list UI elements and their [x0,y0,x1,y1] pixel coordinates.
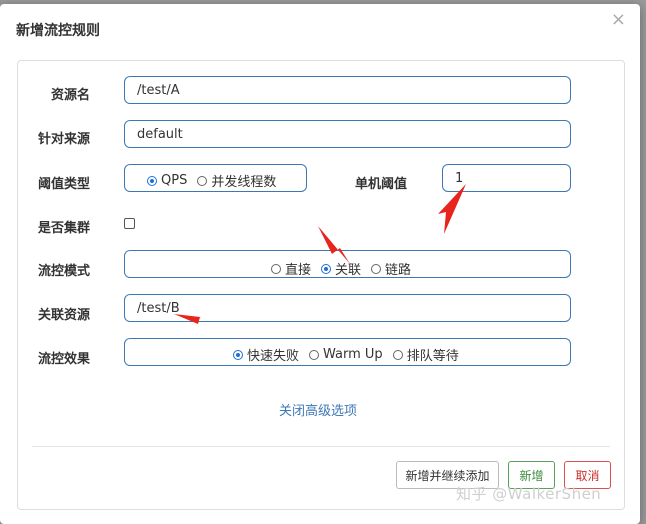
watermark: 知乎 @WalkerShen [456,485,602,503]
flow-effect-radios: 快速失败 Warm Up 排队等待 [233,345,459,364]
radio-warm-up-label: Warm Up [323,347,383,362]
radio-concurrency-circle[interactable] [197,175,208,186]
footer-divider [32,446,610,447]
threshold-type-label: 阈值类型 [38,177,91,192]
radio-queue[interactable]: 排队等待 [392,345,459,364]
radio-direct-label: 直接 [285,263,312,278]
radio-queue-label: 排队等待 [406,349,459,364]
resource-name-value: /test/A [137,83,180,98]
source-value: default [137,127,183,142]
annotation-arrow-related-resource [174,314,226,324]
radio-fail-fast-label: 快速失败 [247,349,300,364]
radio-warm-up[interactable]: Warm Up [309,347,383,362]
flow-effect-group: 快速失败 Warm Up 排队等待 [124,338,571,366]
threshold-type-radios: QPS 并发线程数 [147,171,276,190]
form-panel: 资源名 /test/A 针对来源 default 阈值类型 QPS 并发线程数 … [17,60,625,510]
radio-concurrency[interactable]: 并发线程数 [197,171,276,190]
radio-fail-fast-circle[interactable] [233,349,243,360]
cluster-label: 是否集群 [38,221,91,236]
related-resource-label: 关联资源 [38,308,91,323]
radio-direct-circle[interactable] [271,263,281,274]
close-advanced-link[interactable]: 关闭高级选项 [279,400,357,419]
annotation-arrow-threshold [438,184,466,234]
source-input[interactable]: default [124,120,571,148]
close-icon[interactable]: × [611,10,626,30]
flow-rule-dialog: 新增流控规则 × 资源名 /test/A 针对来源 default 阈值类型 Q… [0,4,640,524]
radio-qps-circle[interactable] [147,175,157,186]
radio-chain[interactable]: 链路 [371,259,411,278]
radio-queue-circle[interactable] [392,349,403,360]
dialog-title: 新增流控规则 [16,23,100,39]
flow-mode-label: 流控模式 [38,264,91,279]
radio-fail-fast[interactable]: 快速失败 [233,345,299,364]
radio-chain-label: 链路 [385,263,412,278]
resource-name-input[interactable]: /test/A [124,76,571,104]
radio-qps[interactable]: QPS [147,173,187,188]
flow-effect-label: 流控效果 [38,352,91,367]
radio-qps-label: QPS [161,173,188,188]
single-threshold-label: 单机阈值 [355,177,408,192]
radio-chain-circle[interactable] [371,263,382,274]
radio-concurrency-label: 并发线程数 [211,175,277,190]
source-label: 针对来源 [38,132,91,147]
threshold-type-group: QPS 并发线程数 [124,164,307,192]
radio-direct[interactable]: 直接 [271,259,311,278]
annotation-arrow-related-mode [318,226,350,264]
resource-name-label: 资源名 [51,88,91,103]
radio-warm-up-circle[interactable] [309,349,320,360]
cluster-checkbox[interactable] [124,218,135,229]
